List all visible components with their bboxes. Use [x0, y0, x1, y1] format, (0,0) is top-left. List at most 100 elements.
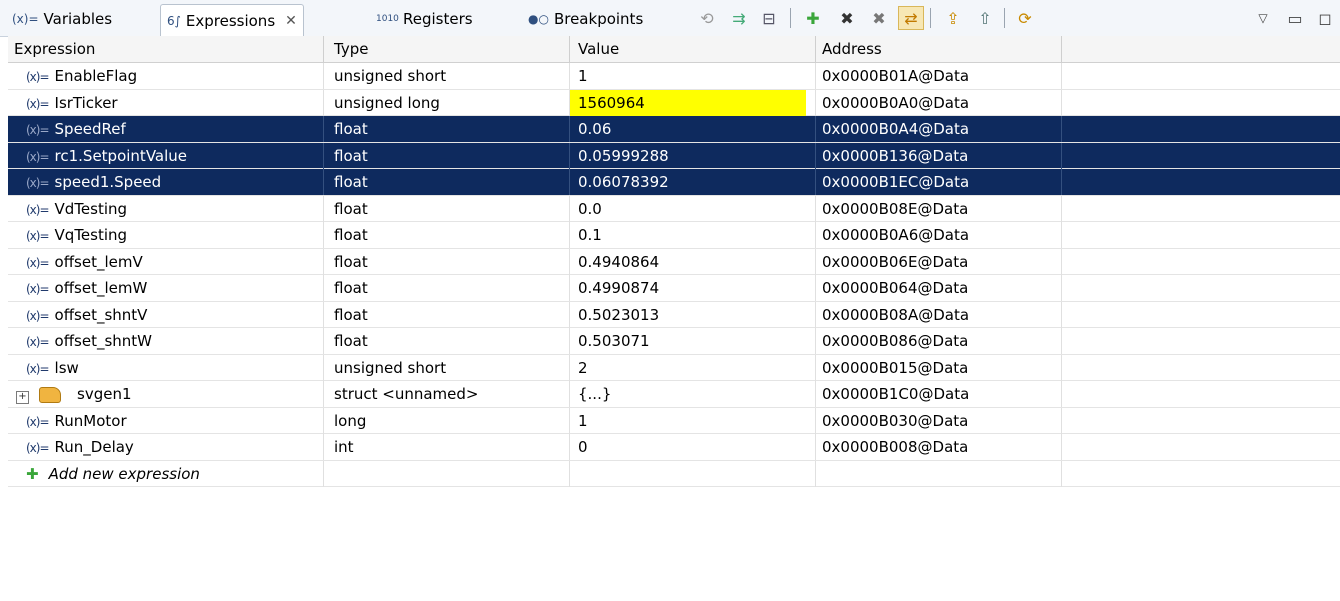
column-header-value[interactable]: Value — [570, 36, 816, 62]
expression-cell[interactable]: (x)= offset_shntW — [8, 328, 324, 354]
table-row[interactable]: (x)= EnableFlag unsigned short 1 0x0000B01A@… — [8, 63, 1340, 90]
type-cell: float — [324, 169, 570, 195]
table-row[interactable]: (x)= Run_Delay int 0 0x0000B008@Data — [8, 434, 1340, 461]
remove-all-icon[interactable]: ✖ — [866, 6, 892, 30]
address-cell: 0x0000B0A0@Data — [816, 89, 1062, 116]
expression-name: speed1.Speed — [54, 173, 162, 191]
add-expression-icon[interactable]: ✚ — [800, 6, 826, 30]
table-row[interactable]: (x)= offset_shntV float 0.5023013 0x0000B08A… — [8, 301, 1340, 328]
view-toolbar: (x)= Variables 6∫ Expressions ✕ 1010 Reg… — [0, 0, 1340, 37]
table-row[interactable]: (x)= VdTesting float 0.0 0x0000B08E@Data — [8, 195, 1340, 222]
expression-cell[interactable]: (x)= EnableFlag — [8, 63, 324, 89]
value-cell[interactable]: 0.1 — [570, 222, 816, 248]
continuous-refresh-icon[interactable]: ⟲ — [694, 6, 720, 30]
value-cell[interactable]: 0.06078392 — [570, 169, 816, 195]
expression-name: VdTesting — [54, 199, 128, 218]
expand-icon[interactable]: + — [16, 391, 29, 404]
expression-cell[interactable]: (x)= offset_shntV — [8, 301, 324, 328]
value-cell[interactable]: 0 — [570, 434, 816, 460]
expression-cell[interactable]: (x)= IsrTicker — [8, 89, 324, 116]
value-cell[interactable]: 0.503071 — [570, 328, 816, 354]
table-row[interactable]: (x)= VqTesting float 0.1 0x0000B0A6@Data — [8, 222, 1340, 249]
empty-cell — [1062, 275, 1340, 301]
variable-icon: (x)= — [26, 361, 50, 376]
type-cell: float — [324, 301, 570, 328]
expression-cell[interactable]: (x)= VqTesting — [8, 222, 324, 248]
maximize-icon[interactable]: ◻ — [1312, 6, 1338, 30]
value-cell[interactable]: 1560964 — [570, 89, 816, 116]
value-cell[interactable]: 2 — [570, 354, 816, 381]
address-cell: 0x0000B030@Data — [816, 407, 1062, 434]
expression-cell[interactable]: (x)= offset_lemV — [8, 248, 324, 275]
address-cell: 0x0000B064@Data — [816, 275, 1062, 301]
refresh-icon[interactable]: ⟳ — [1012, 6, 1038, 30]
address-cell: 0x0000B086@Data — [816, 328, 1062, 354]
export-icon[interactable]: ⇧ — [972, 6, 998, 30]
variable-icon: (x)= — [26, 202, 50, 217]
value-cell[interactable]: 0.4940864 — [570, 248, 816, 275]
add-expression-row[interactable]: ✚ Add new expression — [8, 460, 1340, 487]
tab-expressions-label: Expressions — [185, 11, 276, 30]
table-row[interactable]: (x)= offset_lemW float 0.4990874 0x0000B064@… — [8, 275, 1340, 302]
empty-cell — [1062, 63, 1340, 89]
table-row[interactable]: (x)= rc1.SetpointValue float 0.05999288 0x00… — [8, 142, 1340, 169]
expression-cell[interactable]: (x)= RunMotor — [8, 407, 324, 434]
address-cell: 0x0000B1C0@Data — [816, 381, 1062, 407]
table-row[interactable]: (x)= lsw unsigned short 2 0x0000B015@Data — [8, 354, 1340, 381]
table-row[interactable]: (x)= offset_shntW float 0.503071 0x0000B086@… — [8, 328, 1340, 355]
value-cell[interactable]: 0.0 — [570, 195, 816, 222]
value-cell[interactable]: {...} — [570, 381, 816, 407]
expression-cell[interactable]: (x)= rc1.SetpointValue — [8, 142, 324, 169]
type-cell: float — [324, 328, 570, 354]
import-icon[interactable]: ⇪ — [940, 6, 966, 30]
empty-cell — [1062, 408, 1340, 434]
table-row[interactable]: (x)= SpeedRef float 0.06 0x0000B0A4@Data — [8, 116, 1340, 143]
value-text: 0.0 — [578, 199, 602, 218]
expression-cell[interactable]: (x)= lsw — [8, 354, 324, 381]
tab-variables[interactable]: (x)= Variables — [6, 4, 118, 34]
empty-cell — [570, 460, 816, 487]
expression-cell[interactable]: (x)= offset_lemW — [8, 275, 324, 301]
expression-cell[interactable]: + svgen1 — [8, 381, 324, 407]
address-cell: 0x0000B0A6@Data — [816, 222, 1062, 248]
value-cell[interactable]: 1 — [570, 63, 816, 89]
type-cell: unsigned short — [324, 354, 570, 381]
tab-registers[interactable]: 1010 Registers — [370, 4, 479, 34]
close-icon[interactable]: ✕ — [285, 13, 297, 29]
table-row[interactable]: (x)= speed1.Speed float 0.06078392 0x0000B1E… — [8, 169, 1340, 196]
expression-cell[interactable]: (x)= speed1.Speed — [8, 169, 324, 195]
table-row[interactable]: (x)= IsrTicker unsigned long 1560964 0x0000B… — [8, 89, 1340, 116]
value-cell[interactable]: 1 — [570, 407, 816, 434]
value-cell[interactable]: 0.5023013 — [570, 301, 816, 328]
tab-breakpoints-label: Breakpoints — [553, 10, 644, 28]
column-header-address[interactable]: Address — [816, 36, 1062, 62]
column-header-type[interactable]: Type — [324, 36, 570, 62]
link-with-debug-icon[interactable]: ⇄ — [898, 6, 924, 30]
empty-cell — [1062, 116, 1340, 142]
type-cell: unsigned long — [324, 89, 570, 116]
expression-cell[interactable]: (x)= VdTesting — [8, 195, 324, 222]
address-cell: 0x0000B136@Data — [816, 142, 1062, 169]
value-cell[interactable]: 0.05999288 — [570, 142, 816, 169]
show-type-names-icon[interactable]: ⇉ — [726, 6, 752, 30]
expression-cell[interactable]: (x)= SpeedRef — [8, 116, 324, 142]
minimize-icon[interactable]: ▭ — [1282, 6, 1308, 30]
value-cell[interactable]: 0.4990874 — [570, 275, 816, 301]
tab-variables-label: Variables — [43, 10, 113, 28]
expression-name: offset_shntV — [54, 305, 148, 324]
collapse-all-icon[interactable]: ⊟ — [756, 6, 782, 30]
table-row[interactable]: (x)= offset_lemV float 0.4940864 0x0000B06E@… — [8, 248, 1340, 275]
value-cell[interactable]: 0.06 — [570, 116, 816, 142]
variable-icon: (x)= — [26, 335, 50, 349]
expression-cell[interactable]: (x)= Run_Delay — [8, 434, 324, 460]
column-header-empty — [1062, 36, 1340, 62]
remove-expression-icon[interactable]: ✖ — [834, 6, 860, 30]
view-menu-icon[interactable]: ▽ — [1250, 6, 1276, 30]
tab-breakpoints[interactable]: ●○ Breakpoints — [522, 4, 649, 34]
table-row[interactable]: + svgen1 struct <unnamed> {...} 0x0000B1C0@D… — [8, 381, 1340, 408]
add-expression-label: Add new expression — [48, 464, 200, 483]
add-expression-cell[interactable]: ✚ Add new expression — [8, 460, 324, 487]
table-row[interactable]: (x)= RunMotor long 1 0x0000B030@Data — [8, 407, 1340, 434]
tab-expressions[interactable]: 6∫ Expressions ✕ — [160, 4, 304, 36]
column-header-expression[interactable]: Expression — [8, 36, 324, 62]
